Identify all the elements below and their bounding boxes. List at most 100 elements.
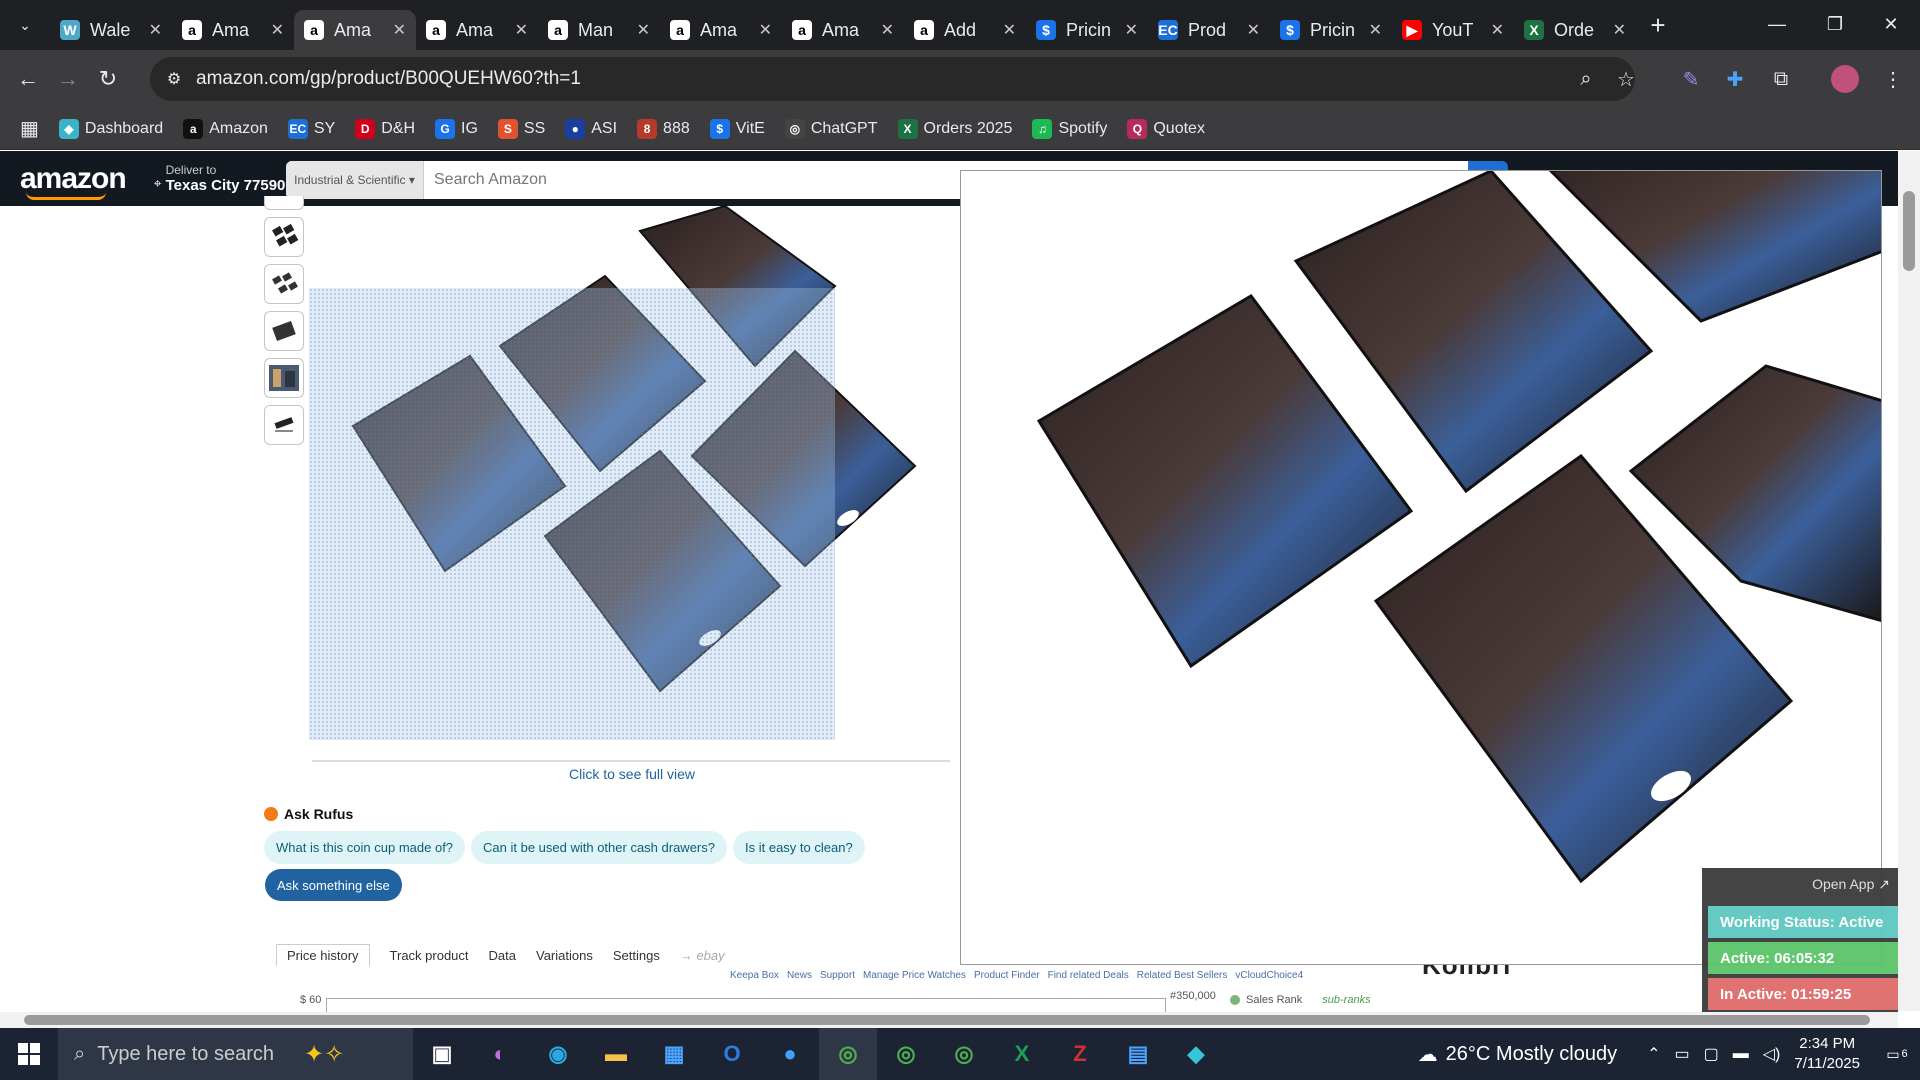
- browser-tab[interactable]: EC Prod ✕: [1148, 10, 1270, 50]
- browser-tab[interactable]: a Ama ✕: [660, 10, 782, 50]
- extensions-puzzle-icon[interactable]: ⧉: [1762, 60, 1800, 98]
- profile-avatar[interactable]: [1826, 60, 1864, 98]
- bookmark-item[interactable]: ◆ Dashboard: [58, 118, 163, 139]
- full-view-link[interactable]: Click to see full view: [569, 766, 695, 782]
- restore-icon[interactable]: ❐: [1806, 0, 1864, 48]
- thumbnail[interactable]: [264, 311, 304, 351]
- chrome-profile-icon[interactable]: ◎: [877, 1028, 935, 1080]
- tab-close-icon[interactable]: ✕: [1125, 20, 1138, 40]
- taskbar-search[interactable]: ⌕ Type here to search ✦✧: [58, 1028, 413, 1080]
- keepa-link[interactable]: Find related Deals: [1048, 970, 1129, 981]
- browser-tab[interactable]: a Ama ✕: [782, 10, 904, 50]
- volume-icon[interactable]: ◁): [1763, 1044, 1781, 1064]
- battery-icon[interactable]: ▬: [1733, 1045, 1749, 1063]
- tab-close-icon[interactable]: ✕: [1613, 20, 1626, 40]
- chrome-icon[interactable]: ◎: [935, 1028, 993, 1080]
- tab-close-icon[interactable]: ✕: [515, 20, 528, 40]
- url-text[interactable]: amazon.com/gp/product/B00QUEHW60?th=1: [196, 68, 581, 90]
- vertical-scrollbar[interactable]: [1898, 151, 1920, 1011]
- reload-icon[interactable]: ↻: [88, 59, 128, 99]
- keepa-tab[interactable]: Track product: [390, 948, 469, 963]
- meet-icon[interactable]: ▢: [1704, 1044, 1719, 1064]
- keepa-tab[interactable]: Data: [489, 948, 516, 963]
- bookmark-item[interactable]: $ VitE: [709, 118, 765, 139]
- deliver-to[interactable]: ⌖ Deliver to Texas City 77590: [154, 163, 286, 194]
- open-app-link[interactable]: Open App ↗: [1812, 876, 1890, 893]
- apps-grid-icon[interactable]: ▦: [20, 116, 39, 141]
- bookmark-item[interactable]: ● ASI: [565, 118, 617, 139]
- bookmark-item[interactable]: G IG: [435, 118, 478, 139]
- tab-search-icon[interactable]: ⌄: [0, 0, 50, 50]
- keepa-tab[interactable]: Settings: [613, 948, 660, 963]
- address-bar[interactable]: ⚙ amazon.com/gp/product/B00QUEHW60?th=1 …: [150, 57, 1635, 101]
- excel-icon[interactable]: X: [993, 1028, 1051, 1080]
- browser-tab[interactable]: ▶ YouT ✕: [1392, 10, 1514, 50]
- new-tab-button[interactable]: +: [1640, 7, 1676, 43]
- keepa-ebay-link[interactable]: → ebay: [680, 948, 725, 963]
- keepa-tab[interactable]: Price history: [276, 944, 370, 966]
- windows-start-button[interactable]: [0, 1028, 58, 1080]
- clock[interactable]: 2:34 PM 7/11/2025: [1794, 1034, 1860, 1074]
- keepa-link[interactable]: Support: [820, 970, 855, 981]
- network-icon[interactable]: ▭: [1674, 1044, 1689, 1064]
- keepa-link[interactable]: vCloudChoice4: [1235, 970, 1303, 981]
- back-icon[interactable]: ←: [8, 59, 48, 99]
- tab-close-icon[interactable]: ✕: [759, 20, 772, 40]
- zoom-icon[interactable]: ⌕: [1570, 63, 1602, 95]
- teams-icon[interactable]: ●: [761, 1028, 819, 1080]
- bookmark-item[interactable]: D D&H: [355, 118, 415, 139]
- tab-close-icon[interactable]: ✕: [149, 20, 162, 40]
- bookmark-item[interactable]: a Amazon: [183, 118, 268, 139]
- chrome-icon-active[interactable]: ◎: [819, 1028, 877, 1080]
- bookmark-item[interactable]: S SS: [497, 118, 545, 139]
- browser-tab[interactable]: a Add ✕: [904, 10, 1026, 50]
- task-view-icon[interactable]: ▣: [413, 1028, 471, 1080]
- bookmark-item[interactable]: ◎ ChatGPT: [784, 118, 878, 139]
- tray-chevron-icon[interactable]: ⌃: [1647, 1044, 1660, 1064]
- copilot-icon[interactable]: ◐: [471, 1028, 529, 1080]
- keepa-tab[interactable]: Variations: [536, 948, 593, 963]
- thumbnail[interactable]: [264, 217, 304, 257]
- browser-tab[interactable]: a Man ✕: [538, 10, 660, 50]
- browser-tab[interactable]: W Wale ✕: [50, 10, 172, 50]
- browser-tab[interactable]: a Ama ✕: [416, 10, 538, 50]
- tab-close-icon[interactable]: ✕: [1491, 20, 1504, 40]
- calculator-icon[interactable]: ▤: [1109, 1028, 1167, 1080]
- rufus-question-chip[interactable]: What is this coin cup made of?: [264, 831, 466, 864]
- bookmark-item[interactable]: Q Quotex: [1127, 118, 1205, 139]
- search-category-dropdown[interactable]: Industrial & Scientific ▾: [286, 161, 424, 199]
- tab-close-icon[interactable]: ✕: [271, 20, 284, 40]
- rufus-question-chip[interactable]: Can it be used with other cash drawers?: [471, 831, 727, 864]
- tab-close-icon[interactable]: ✕: [637, 20, 650, 40]
- amazon-logo[interactable]: amazon: [20, 162, 127, 200]
- tab-close-icon[interactable]: ✕: [1247, 20, 1260, 40]
- close-window-icon[interactable]: ✕: [1862, 0, 1920, 48]
- horizontal-scrollbar[interactable]: [0, 1012, 1898, 1028]
- ask-something-else-button[interactable]: Ask something else: [265, 869, 402, 901]
- tab-close-icon[interactable]: ✕: [1369, 20, 1382, 40]
- notifications-icon[interactable]: ▭ 6: [1874, 1046, 1920, 1063]
- browser-tab[interactable]: a Ama ✕: [172, 10, 294, 50]
- browser-tab[interactable]: X Orde ✕: [1514, 10, 1636, 50]
- tracker-app-icon[interactable]: ◆: [1167, 1028, 1225, 1080]
- keepa-link[interactable]: Keepa Box: [730, 970, 779, 981]
- extension-plus-icon[interactable]: ✚: [1716, 60, 1754, 98]
- filezilla-icon[interactable]: Z: [1051, 1028, 1109, 1080]
- file-explorer-icon[interactable]: ▬: [587, 1028, 645, 1080]
- bookmark-item[interactable]: ♫ Spotify: [1032, 118, 1107, 139]
- outlook-icon[interactable]: O: [703, 1028, 761, 1080]
- extension-feather-icon[interactable]: ✎: [1672, 60, 1710, 98]
- browser-tab[interactable]: $ Pricin ✕: [1270, 10, 1392, 50]
- forward-icon[interactable]: →: [48, 59, 88, 99]
- keepa-link[interactable]: Manage Price Watches: [863, 970, 966, 981]
- subranks-link[interactable]: sub-ranks: [1322, 994, 1370, 1006]
- horizontal-scroll-thumb[interactable]: [24, 1015, 1870, 1025]
- site-info-icon[interactable]: ⚙: [162, 67, 186, 91]
- tab-close-icon[interactable]: ✕: [881, 20, 894, 40]
- store-icon[interactable]: ▦: [645, 1028, 703, 1080]
- tab-close-icon[interactable]: ✕: [393, 20, 406, 40]
- tab-close-icon[interactable]: ✕: [1003, 20, 1016, 40]
- browser-tab[interactable]: $ Pricin ✕: [1026, 10, 1148, 50]
- bookmark-star-icon[interactable]: ☆: [1610, 63, 1642, 95]
- thumbnail[interactable]: [264, 358, 304, 398]
